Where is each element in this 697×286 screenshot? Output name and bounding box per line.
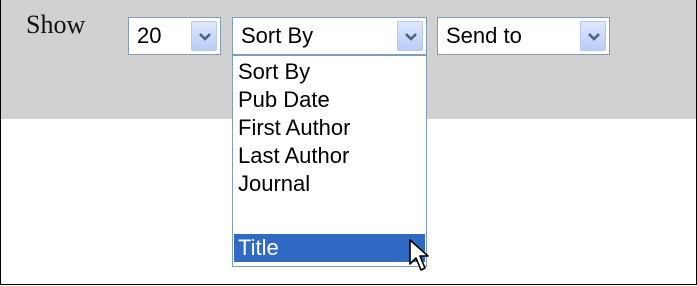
show-label: Show (26, 10, 86, 39)
send-to-value: Send to (446, 23, 522, 48)
sort-by-select[interactable]: Sort By (232, 17, 427, 55)
sort-by-dropdown-button[interactable] (397, 21, 423, 51)
sort-option-first-author[interactable]: First Author (234, 114, 425, 142)
sort-option-journal[interactable]: Journal (234, 170, 425, 198)
chevron-down-icon (405, 33, 417, 41)
sort-option-title[interactable]: Title (234, 234, 425, 262)
chevron-down-icon (588, 33, 600, 41)
send-to-select[interactable]: Send to (437, 17, 610, 55)
sort-by-value: Sort By (241, 23, 314, 48)
sort-option-pub-date[interactable]: Pub Date (234, 86, 425, 114)
send-to-dropdown-button[interactable] (580, 21, 606, 51)
per-page-value: 20 (137, 23, 162, 48)
mouse-cursor-icon (409, 239, 429, 271)
sort-option-sort-by[interactable]: Sort By (234, 58, 425, 86)
per-page-select[interactable]: 20 (128, 17, 221, 55)
sort-by-dropdown-list: Sort By Pub Date First Author Last Autho… (232, 55, 427, 267)
per-page-dropdown-button[interactable] (191, 21, 217, 51)
page-frame: Show 20 Sort By Send to Sort By Pub Date… (0, 0, 697, 285)
chevron-down-icon (199, 33, 211, 41)
sort-option-last-author[interactable]: Last Author (234, 142, 425, 170)
